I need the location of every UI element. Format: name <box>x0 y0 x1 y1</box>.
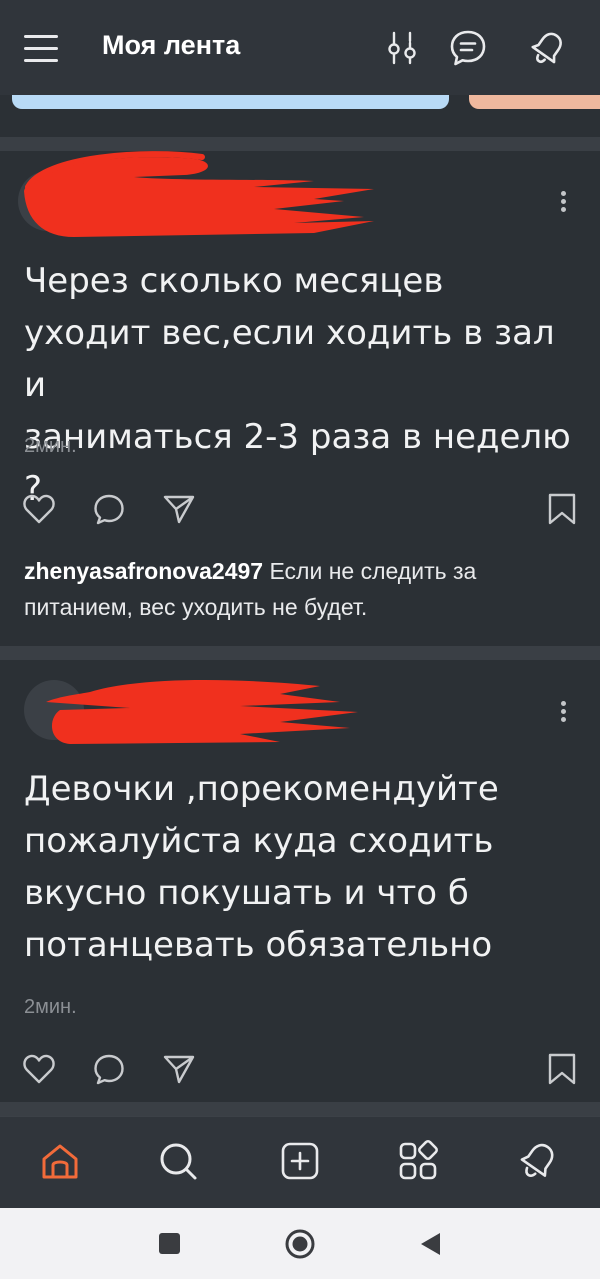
bookmark-icon[interactable] <box>545 492 579 526</box>
menu-icon[interactable] <box>24 33 60 63</box>
apps-icon[interactable] <box>396 1139 440 1183</box>
post-time: 2мин. <box>24 996 77 1018</box>
post-text: Девочки ,порекомендуйте пожалуйста куда … <box>24 769 499 965</box>
bottom-navigation <box>0 1116 600 1208</box>
like-icon[interactable] <box>22 1052 56 1086</box>
story-card[interactable] <box>469 95 600 109</box>
bookmark-icon[interactable] <box>545 1052 579 1086</box>
feed-post: Через сколько месяцев уходит вес,если хо… <box>0 151 600 646</box>
redaction-mark <box>24 151 374 237</box>
more-options-icon[interactable] <box>553 188 573 218</box>
feed-divider <box>0 646 600 660</box>
redaction-mark <box>46 680 358 744</box>
more-options-icon[interactable] <box>553 698 573 728</box>
post-time: 2мин. <box>24 435 77 457</box>
story-card[interactable] <box>12 95 449 109</box>
profile-icon[interactable] <box>516 1139 560 1183</box>
search-icon[interactable] <box>156 1139 200 1183</box>
system-navigation-bar <box>0 1208 600 1279</box>
comment-icon[interactable] <box>92 492 126 526</box>
feed-divider <box>0 1102 600 1116</box>
stories-strip <box>0 95 600 137</box>
chat-icon[interactable] <box>448 28 488 68</box>
comment-icon[interactable] <box>92 1052 126 1086</box>
recents-button[interactable] <box>159 1233 180 1254</box>
back-button[interactable] <box>418 1230 442 1258</box>
bell-icon[interactable] <box>528 28 568 68</box>
page-title: Моя лента <box>102 30 241 60</box>
add-icon[interactable] <box>278 1139 322 1183</box>
feed-divider <box>0 137 600 151</box>
feed-post: Девочки ,порекомендуйте пожалуйста куда … <box>0 660 600 1102</box>
app-header: Моя лента <box>0 0 600 95</box>
comment-author[interactable]: zhenyasafronova2497 <box>24 558 263 584</box>
home-icon[interactable] <box>38 1139 82 1183</box>
comment-preview[interactable]: zhenyasafronova2497 Если не следить за п… <box>24 553 584 625</box>
like-icon[interactable] <box>22 492 56 526</box>
share-icon[interactable] <box>162 1052 196 1086</box>
post-text: Через сколько месяцев уходит вес,если хо… <box>24 261 571 509</box>
home-button[interactable] <box>284 1228 316 1260</box>
filter-icon[interactable] <box>382 28 422 68</box>
share-icon[interactable] <box>162 492 196 526</box>
